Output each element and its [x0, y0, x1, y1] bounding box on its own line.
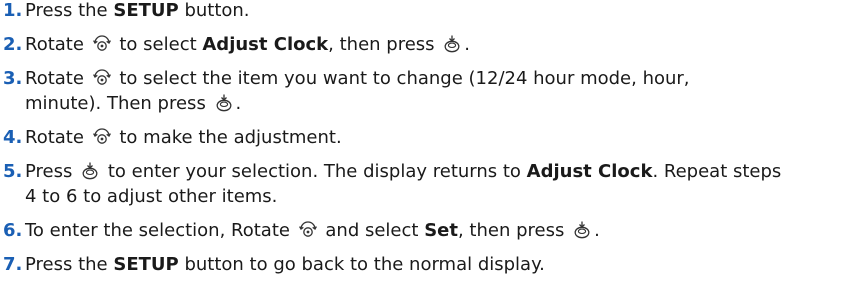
press-knob-icon [80, 161, 100, 181]
step-number: 1. [3, 0, 23, 21]
step-text: . Repeat steps [652, 161, 782, 182]
step-text: to make the adjustment. [113, 127, 342, 148]
step-text: to select the item you want to change (1… [113, 68, 690, 89]
step-line: minute). Then press . [0, 91, 858, 116]
step-line: 3. Rotate to select the item you want to … [0, 66, 858, 91]
step-line: 6. To enter the selection, Rotate and sel… [0, 218, 858, 243]
step-text: Press [25, 161, 79, 182]
step-text: Rotate [25, 68, 90, 89]
step-text: Rotate [25, 127, 90, 148]
step-3: 3. Rotate to select the item you want to … [0, 66, 858, 116]
press-knob-icon [442, 34, 462, 54]
rotate-knob-icon [92, 127, 112, 147]
instruction-document: 1. Press the SETUP button. 2. Rotate to sel… [0, 0, 858, 299]
step-text: and select [319, 220, 425, 241]
step-text: . [594, 220, 600, 241]
press-knob-icon [572, 220, 592, 240]
step-text: , then press [457, 220, 571, 241]
emphasis-text: Adjust Clock [202, 34, 329, 55]
step-number: 4. [3, 127, 23, 148]
step-line: 4 to 6 to adjust other items. [0, 184, 858, 209]
step-line: 4. Rotate to make the adjustment. [0, 125, 858, 150]
step-5: 5. Press to enter your selection. The dis… [0, 159, 858, 209]
step-text: button to go back to the normal display. [178, 254, 545, 275]
step-text: Press the [25, 254, 114, 275]
step-text: . [235, 93, 242, 114]
step-text: To enter the selection, Rotate [25, 220, 296, 241]
step-text: to select [113, 34, 203, 55]
step-text: Press the [25, 0, 114, 21]
emphasis-text: Set [424, 220, 458, 241]
step-number: 7. [3, 254, 23, 275]
step-text: minute). Then press [25, 93, 212, 114]
step-text: , then press [328, 34, 441, 55]
step-line: 2. Rotate to select Adjust Clock, then pr… [0, 32, 858, 57]
step-7: 7. Press the SETUP button to go back to t… [0, 252, 858, 277]
step-4: 4. Rotate to make the adjustment. [0, 125, 858, 150]
rotate-knob-icon [298, 220, 318, 240]
step-text: . [464, 34, 470, 55]
step-number: 6. [3, 220, 23, 241]
step-text: 4 to 6 to adjust other items. [25, 186, 278, 207]
emphasis-text: SETUP [113, 0, 179, 21]
step-6: 6. To enter the selection, Rotate and sel… [0, 218, 858, 243]
step-line: 5. Press to enter your selection. The dis… [0, 159, 858, 184]
step-number: 3. [3, 68, 23, 89]
rotate-knob-icon [92, 34, 112, 54]
step-line: 1. Press the SETUP button. [0, 0, 858, 23]
step-2: 2. Rotate to select Adjust Clock, then pr… [0, 32, 858, 57]
press-knob-icon [214, 93, 234, 113]
emphasis-text: Adjust Clock [526, 161, 653, 182]
step-number: 2. [3, 34, 23, 55]
step-number: 5. [3, 161, 23, 182]
rotate-knob-icon [92, 68, 112, 88]
step-line: 7. Press the SETUP button to go back to t… [0, 252, 858, 277]
step-text: button. [178, 0, 250, 21]
emphasis-text: SETUP [113, 254, 179, 275]
step-text: to enter your selection. The display ret… [102, 161, 527, 182]
step-text: Rotate [25, 34, 90, 55]
step-1: 1. Press the SETUP button. [0, 0, 858, 23]
